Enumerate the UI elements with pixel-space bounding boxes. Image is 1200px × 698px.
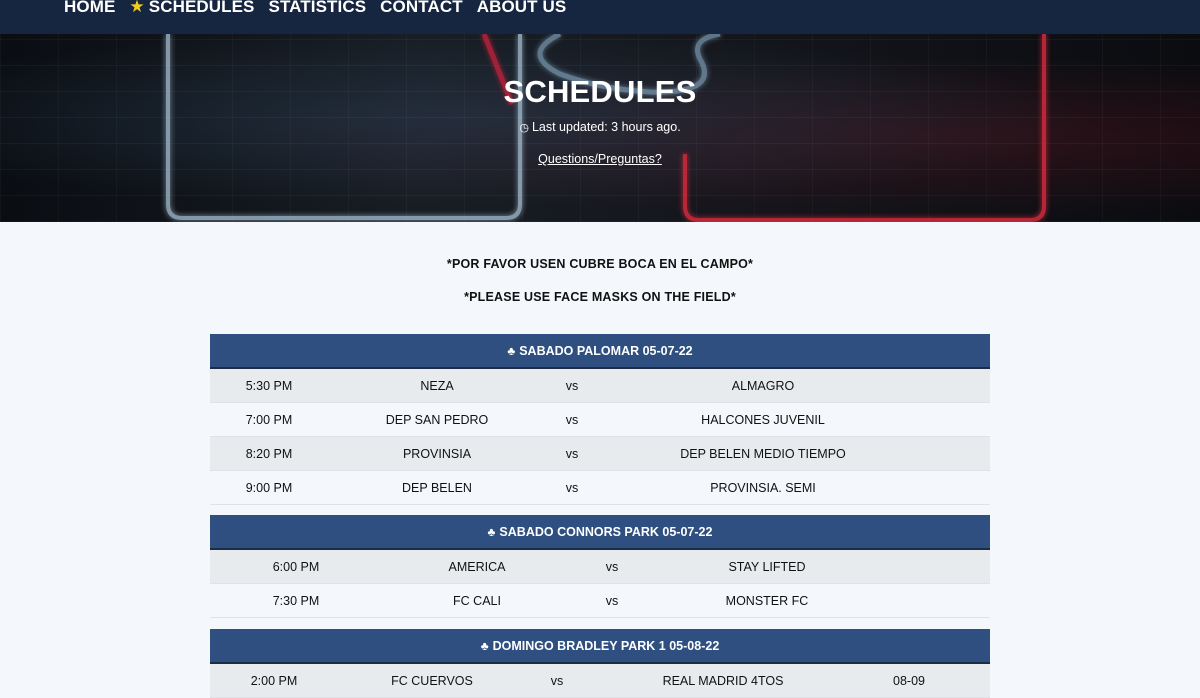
away-team: STAY LIFTED — [728, 559, 806, 574]
schedule-header: ♣ SABADO PALOMAR 05-07-22 — [210, 334, 990, 369]
away-team: HALCONES JUVENIL — [701, 412, 825, 427]
nav-menu: HOME ★ SCHEDULES STATISTICS CONTACT ABOUT US — [64, 0, 566, 17]
table-row: 8:20 PM PROVINSIA vs DEP BELEN MEDIO TIEMPO — [210, 437, 990, 471]
tree-icon: ♣ — [480, 638, 489, 653]
table-row: 6:00 PM AMERICA vs STAY LIFTED — [210, 550, 990, 584]
versus-label: vs — [605, 593, 619, 608]
schedule-header: ♣ DOMINGO BRADLEY PARK 1 05-08-22 — [210, 629, 990, 664]
nav-item-about-us[interactable]: ABOUT US — [477, 0, 567, 17]
table-row: 7:00 PM DEP SAN PEDRO vs HALCONES JUVENIL — [210, 403, 990, 437]
top-navigation: HOME ★ SCHEDULES STATISTICS CONTACT ABOUT US — [0, 0, 1200, 34]
match-time: 6:00 PM — [272, 559, 320, 574]
away-team: MONSTER FC — [725, 593, 809, 608]
match-time: 5:30 PM — [245, 378, 293, 393]
table-row: 2:00 PM FC CUERVOS vs REAL MADRID 4TOS 08-09 — [210, 664, 990, 698]
home-team: DEP BELEN — [402, 480, 472, 495]
versus-label: vs — [565, 480, 579, 495]
nav-item-label: HOME — [64, 0, 116, 16]
schedule-header: ♣ SABADO CONNORS PARK 05-07-22 — [210, 515, 990, 550]
nav-item-label: SCHEDULES — [148, 0, 255, 16]
match-time: 8:20 PM — [245, 446, 293, 461]
extra-info: 08-09 — [893, 673, 925, 688]
away-team: PROVINSIA. SEMI — [710, 480, 816, 495]
nav-item-label: STATISTICS — [268, 0, 367, 16]
table-row: 7:30 PM FC CALI vs MONSTER FC — [210, 584, 990, 618]
home-team: PROVINSIA — [402, 446, 472, 461]
match-time: 9:00 PM — [245, 480, 293, 495]
home-team: FC CUERVOS — [391, 673, 473, 688]
clock-icon: ◷ — [519, 122, 529, 134]
table-row: 5:30 PM NEZA vs ALMAGRO — [210, 369, 990, 403]
schedule-title: SABADO CONNORS PARK 05-07-22 — [499, 524, 713, 539]
tree-icon: ♣ — [487, 524, 496, 539]
away-team: DEP BELEN MEDIO TIEMPO — [680, 446, 846, 461]
schedule-table: ♣ SABADO PALOMAR 05-07-22 5:30 PM NEZA vs ALM… — [210, 334, 990, 505]
away-team: REAL MADRID 4TOS — [662, 673, 784, 688]
match-time: 2:00 PM — [250, 673, 298, 688]
last-updated: ◷ Last updated: 3 hours ago. — [0, 120, 1200, 134]
home-team: AMERICA — [448, 559, 506, 574]
nav-item-schedules[interactable]: ★ SCHEDULES — [129, 0, 254, 17]
versus-label: vs — [565, 446, 579, 461]
star-icon: ★ — [129, 0, 145, 16]
versus-label: vs — [605, 559, 619, 574]
versus-label: vs — [565, 412, 579, 427]
schedule-title: DOMINGO BRADLEY PARK 1 05-08-22 — [492, 638, 720, 653]
nav-item-contact[interactable]: CONTACT — [380, 0, 463, 17]
nav-item-label: ABOUT US — [476, 0, 567, 16]
tree-icon: ♣ — [507, 343, 516, 358]
schedule-title: SABADO PALOMAR 05-07-22 — [519, 343, 693, 358]
table-row: 9:00 PM DEP BELEN vs PROVINSIA. SEMI — [210, 471, 990, 505]
away-team: ALMAGRO — [731, 378, 795, 393]
home-team: DEP SAN PEDRO — [385, 412, 489, 427]
last-updated-text: Last updated: 3 hours ago. — [531, 120, 681, 134]
schedule-table: ♣ DOMINGO BRADLEY PARK 1 05-08-22 2:00 PM F… — [210, 629, 990, 698]
notice-english: *PLEASE USE FACE MASKS ON THE FIELD* — [464, 290, 736, 304]
notice-spanish: *POR FAVOR USEN CUBRE BOCA EN EL CAMPO* — [446, 257, 754, 271]
match-time: 7:00 PM — [245, 412, 293, 427]
schedule-table: ♣ SABADO CONNORS PARK 05-07-22 6:00 PM AMER… — [210, 515, 990, 618]
hero-banner: SCHEDULES ◷ Last updated: 3 hours ago. Qu… — [0, 34, 1200, 222]
versus-label: vs — [565, 378, 579, 393]
page-title: SCHEDULES — [503, 74, 697, 109]
match-time: 7:30 PM — [272, 593, 320, 608]
nav-item-statistics[interactable]: STATISTICS — [269, 0, 367, 17]
home-team: NEZA — [420, 378, 454, 393]
versus-label: vs — [550, 673, 564, 688]
questions-link[interactable]: Questions/Preguntas? — [0, 152, 1200, 166]
home-team: FC CALI — [453, 593, 501, 608]
nav-item-home[interactable]: HOME — [64, 0, 115, 17]
nav-item-label: CONTACT — [380, 0, 463, 16]
